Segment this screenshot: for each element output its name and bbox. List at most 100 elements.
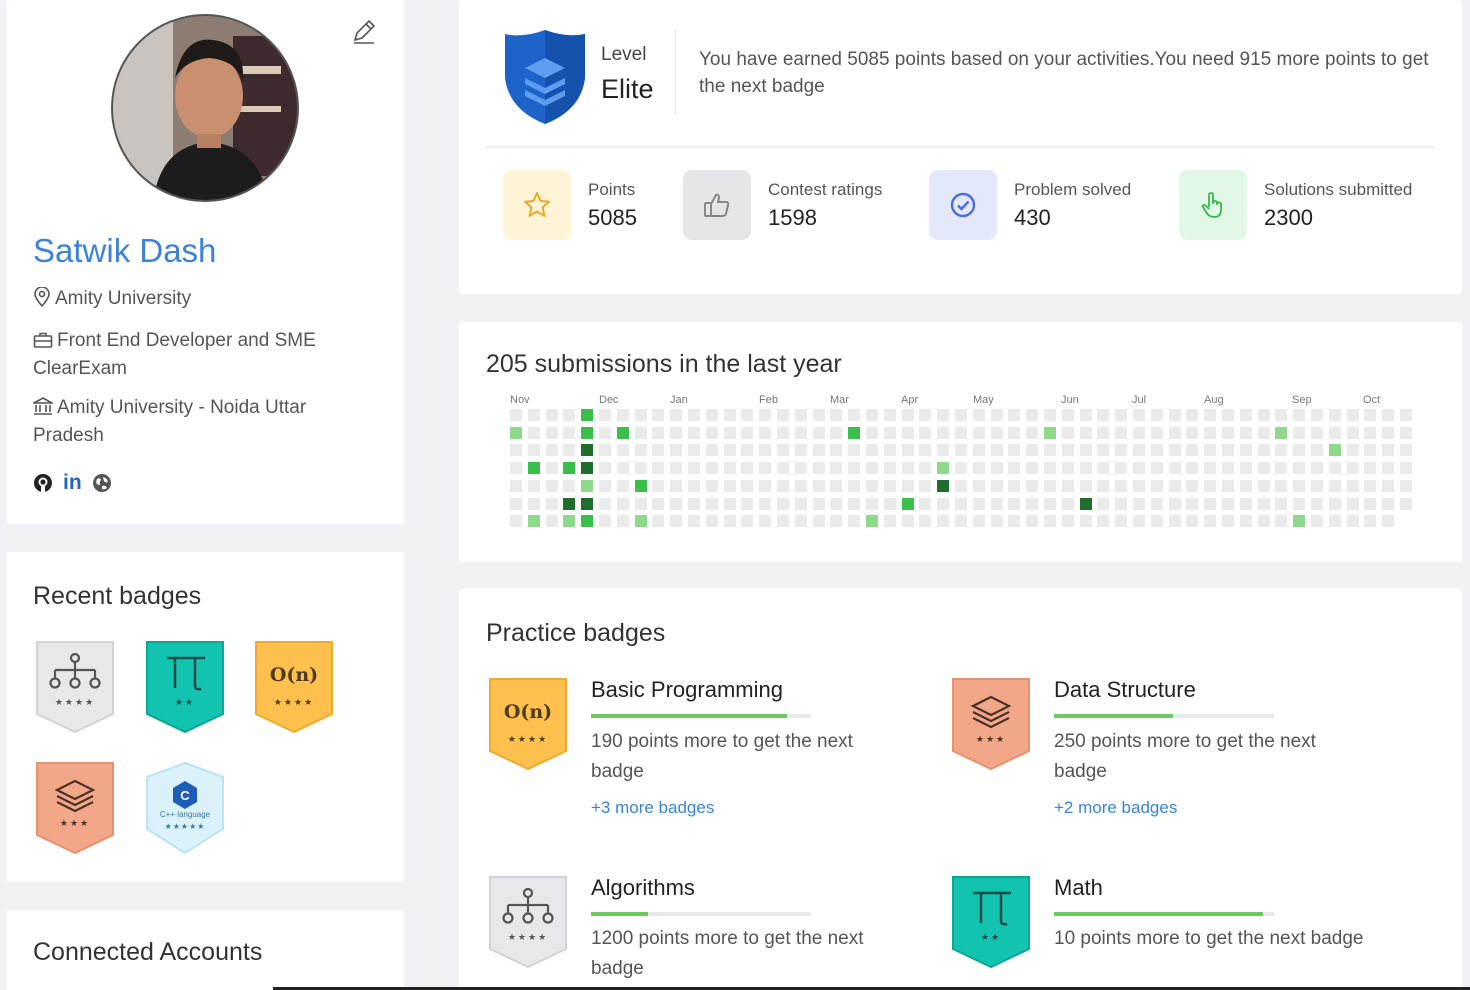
heatmap-cell [759,497,772,510]
heatmap-cell [1133,444,1145,457]
algorithms-badge[interactable] [33,640,117,734]
elite-shield-icon [505,30,585,124]
edit-icon[interactable] [350,18,378,46]
heatmap-cell [1150,462,1163,475]
data-structure-badge[interactable] [33,761,117,855]
heatmap-cell [705,497,718,510]
heatmap-cell [634,497,647,510]
heatmap-cell [1168,497,1181,510]
heatmap-cell [794,497,807,510]
heatmap-cell [990,444,1003,457]
heatmap-cell [1097,444,1110,457]
data-structure-more-link[interactable]: +2 more badges [1054,798,1177,818]
heatmap-cell [901,462,914,475]
heatmap-cell [955,515,967,528]
heatmap-cell [1097,426,1110,439]
heatmap-cell [794,462,807,475]
data-structure-practice-badge [949,677,1033,771]
math-badge[interactable] [143,640,227,734]
heatmap-cell [1364,462,1377,475]
heatmap-cell [777,497,789,510]
basic-programming-badge[interactable] [252,640,336,734]
heatmap-cell [1346,444,1359,457]
heatmap-cell [848,444,861,457]
heatmap-cell [741,409,754,421]
heatmap-cell [777,409,789,421]
progress-fill [1054,714,1173,718]
heatmap-cell [1222,426,1234,439]
heatmap-cell [812,426,825,439]
practice-badges-title: Practice badges [486,619,666,647]
basic-programming-desc: 190 points more to get the next badge [591,731,853,782]
progress-fill [1054,912,1263,916]
heatmap-cell [1008,479,1021,492]
month-label: Jul [1132,394,1147,406]
basic-programming-practice-badge-text: O(n) [503,701,553,723]
heatmap-cell [1150,479,1163,492]
heatmap-cell [527,497,540,510]
svg-text:C: C [180,788,190,803]
basic-programming-practice-badge [486,677,570,771]
level-value: Elite [601,74,654,104]
profile-name: Satwik Dash [33,232,217,269]
heatmap-cell [794,409,807,421]
heatmap-cell [1186,409,1199,421]
heatmap-cell [1222,462,1234,475]
heatmap-cell [1346,515,1359,528]
heatmap-cell [866,409,878,421]
heatmap-cell [1400,426,1412,439]
heatmap-cell [830,515,843,528]
heatmap-cell [527,462,540,475]
heatmap-cell [670,409,683,421]
heatmap-cell [1239,409,1252,421]
heatmap-cell [830,426,843,439]
heatmap-cell [1204,497,1217,510]
heatmap-cell [1328,479,1341,492]
location-text: Amity University [55,288,192,309]
heatmap-cell [1257,444,1270,457]
github-icon[interactable] [33,473,53,493]
heatmap-cell [901,444,914,457]
heatmap-cell [581,409,594,421]
heatmap-cell [1364,497,1377,510]
heatmap-cell [1239,444,1252,457]
heatmap-cell [688,479,700,492]
linkedin-icon[interactable]: in [63,472,82,494]
heatmap-cell [1275,444,1288,457]
heatmap-cell [1150,515,1163,528]
location-row: Amity University [33,285,363,313]
heatmap-cell [1311,515,1323,528]
heatmap-cell [1061,515,1074,528]
heatmap-cell [652,462,665,475]
heatmap-cell [1328,426,1341,439]
heatmap-cell [1150,444,1163,457]
cpp-language-badge[interactable]: C [143,761,227,855]
briefcase-icon [33,332,53,348]
heatmap-cell [1186,444,1199,457]
heatmap-cell [1293,497,1306,510]
connected-accounts-title: Connected Accounts [33,938,263,966]
basic-programming-more-link[interactable]: +3 more badges [591,798,714,818]
heatmap-cell [563,515,576,528]
heatmap-cell [1400,444,1412,457]
heatmap-cell [901,479,914,492]
heatmap-cell [1168,515,1181,528]
globe-icon[interactable] [92,473,112,493]
submissions-title: 205 submissions in the last year [486,350,842,378]
heatmap-cell [919,462,932,475]
heatmap-cell [599,409,611,421]
math-practice-badge [949,875,1033,969]
heatmap-cell [1026,497,1039,510]
heatmap-cell [990,426,1003,439]
heatmap-cell [812,515,825,528]
connected-accounts-card: Connected Accounts [6,910,404,990]
heatmap-cell [1382,462,1395,475]
heatmap-cell [1328,497,1341,510]
heatmap-cell [1293,444,1306,457]
heatmap-cell [741,515,754,528]
month-label: Oct [1363,394,1381,406]
heatmap-cell [616,426,629,439]
heatmap-cell [1239,426,1252,439]
heatmap-cell [1222,497,1234,510]
month-label: Jun [1061,394,1079,406]
